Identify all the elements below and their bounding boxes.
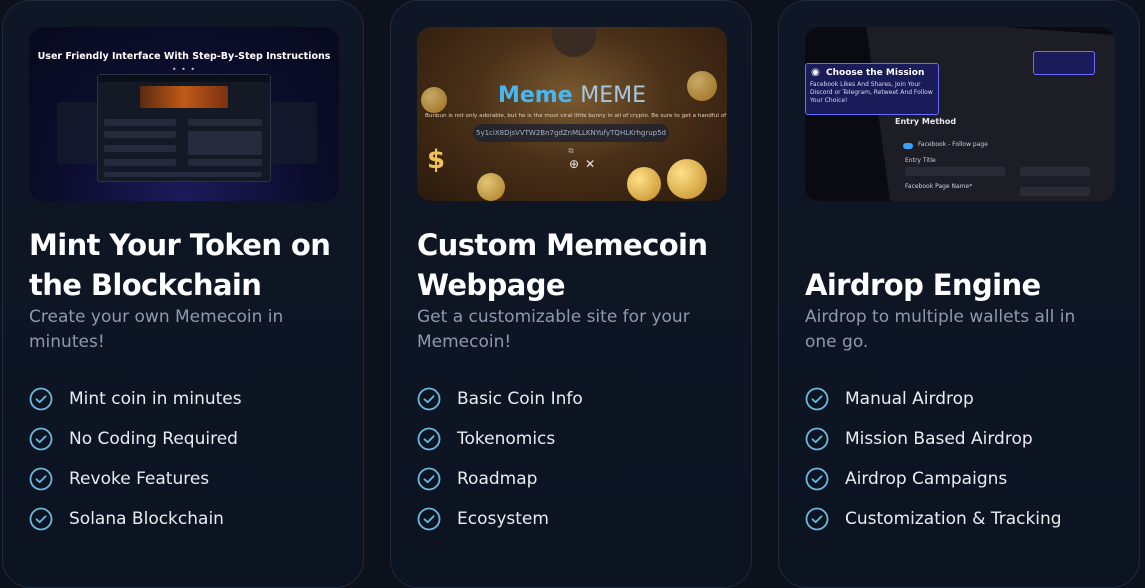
card-title: Airdrop Engine (805, 268, 1041, 302)
feature-label: Manual Airdrop (845, 389, 974, 409)
check-circle-icon (805, 387, 829, 411)
check-circle-icon (417, 467, 441, 491)
check-circle-icon (29, 427, 53, 451)
brand-part-b: MEME (580, 83, 647, 108)
check-circle-icon (417, 507, 441, 531)
mint-interface-screenshot: User Friendly Interface With Step-By-Ste… (29, 27, 339, 201)
feature-item: No Coding Required (29, 419, 349, 459)
feature-label: Roadmap (457, 469, 538, 489)
mission-tooltip: ◉ Choose the Mission Facebook Likes And … (805, 63, 939, 115)
side-panel-left (57, 102, 97, 164)
card-description-line-1: Create your own Memecoin in (29, 307, 284, 327)
feature-item: Roadmap (417, 459, 737, 499)
hero-banner-image (140, 86, 228, 108)
x-icon: ✕ (585, 157, 602, 171)
check-circle-icon (805, 427, 829, 451)
entry-title-label: Entry Title (905, 157, 936, 164)
contract-address-pill: 5y1ciX8DjsVVTW2Bn7gdZnMLLKNYufyTQHLKrhgr… (473, 124, 669, 155)
feature-label: Solana Blockchain (69, 509, 224, 529)
brand-part-a: Meme (497, 83, 573, 108)
feature-item: Tokenomics (417, 419, 737, 459)
social-icons: ⊕✕ (569, 157, 601, 171)
card-description-line-1: Get a customizable site for your (417, 307, 690, 327)
feature-label: Tokenomics (457, 429, 556, 449)
feature-card-mint: User Friendly Interface With Step-By-Ste… (2, 0, 364, 588)
card-title-line-1: Mint Your Token on (29, 228, 331, 262)
card-title-line-1: Custom Memecoin (417, 228, 708, 262)
card-title-line-2: Webpage (417, 268, 566, 302)
facebook-page-label: Facebook Page Name* (905, 183, 973, 190)
feature-list: Mint coin in minutes No Coding Required … (29, 379, 349, 539)
feature-item: Ecosystem (417, 499, 737, 539)
side-panel-right (269, 102, 317, 164)
contract-address: 5y1ciX8DjsVVTW2Bn7gdZnMLLKNYufyTQHLKrhgr… (475, 129, 666, 137)
feature-item: Customization & Tracking (805, 499, 1125, 539)
card-description-line-2: minutes! (29, 332, 105, 352)
mascot-image (552, 27, 596, 57)
feature-label: Mint coin in minutes (69, 389, 242, 409)
card-description: Get a customizable site for your Memecoi… (417, 305, 717, 355)
feature-label: Basic Coin Info (457, 389, 583, 409)
copy-icon: ⧉ (568, 147, 574, 155)
check-circle-icon (29, 467, 53, 491)
facebook-toggle (903, 143, 913, 149)
feature-item: Revoke Features (29, 459, 349, 499)
mission-tooltip-text: Facebook Likes And Shares, Join Your Dis… (810, 81, 933, 104)
memecoin-brand-title: Meme MEME (417, 83, 727, 108)
card-description: Airdrop to multiple wallets all in one g… (805, 305, 1105, 355)
memecoin-webpage-preview: Meme MEME Bunbun is not only adorable, b… (417, 27, 727, 201)
feature-item: Manual Airdrop (805, 379, 1125, 419)
check-circle-icon (805, 467, 829, 491)
feature-label: Airdrop Campaigns (845, 469, 1008, 489)
feature-label: Customization & Tracking (845, 509, 1062, 529)
mission-tooltip-title: Choose the Mission (826, 68, 925, 78)
card-description-line-2: Memecoin! (417, 332, 512, 352)
media-caption: User Friendly Interface With Step-By-Ste… (37, 51, 331, 62)
memecoin-tagline: Bunbun is not only adorable, but he is t… (425, 113, 727, 119)
feature-label: Mission Based Airdrop (845, 429, 1033, 449)
feature-card-airdrop: ◉ Choose the Mission Facebook Likes And … (778, 0, 1140, 588)
feature-label: Revoke Features (69, 469, 210, 489)
feature-item: Mint coin in minutes (29, 379, 349, 419)
feature-list: Manual Airdrop Mission Based Airdrop Air… (805, 379, 1125, 539)
feature-label: Ecosystem (457, 509, 549, 529)
carousel-dots: • • • (171, 65, 197, 74)
card-description: Create your own Memecoin in minutes! (29, 305, 329, 355)
feature-item: Airdrop Campaigns (805, 459, 1125, 499)
card-title-line-2: the Blockchain (29, 268, 262, 302)
card-description-line-2: one go. (805, 332, 869, 352)
app-window-preview (97, 74, 271, 182)
feature-item: Basic Coin Info (417, 379, 737, 419)
airdrop-engine-preview: ◉ Choose the Mission Facebook Likes And … (805, 27, 1115, 201)
target-icon: ◉ (811, 67, 820, 78)
globe-icon: ⊕ (569, 157, 586, 171)
check-circle-icon (805, 507, 829, 531)
check-circle-icon (29, 387, 53, 411)
info-badge (1033, 51, 1095, 75)
feature-list: Basic Coin Info Tokenomics Roadmap Ecosy… (417, 379, 737, 539)
entry-method-heading: Entry Method (895, 117, 957, 126)
check-circle-icon (417, 387, 441, 411)
card-description-line-1: Airdrop to multiple wallets all in (805, 307, 1076, 327)
feature-item: Mission Based Airdrop (805, 419, 1125, 459)
check-circle-icon (29, 507, 53, 531)
feature-card-webpage: Meme MEME Bunbun is not only adorable, b… (390, 0, 752, 588)
feature-label: No Coding Required (69, 429, 238, 449)
feature-item: Solana Blockchain (29, 499, 349, 539)
check-circle-icon (417, 427, 441, 451)
facebook-option: Facebook - Follow page (918, 141, 988, 148)
dollar-sign-icon: $ (427, 145, 446, 175)
